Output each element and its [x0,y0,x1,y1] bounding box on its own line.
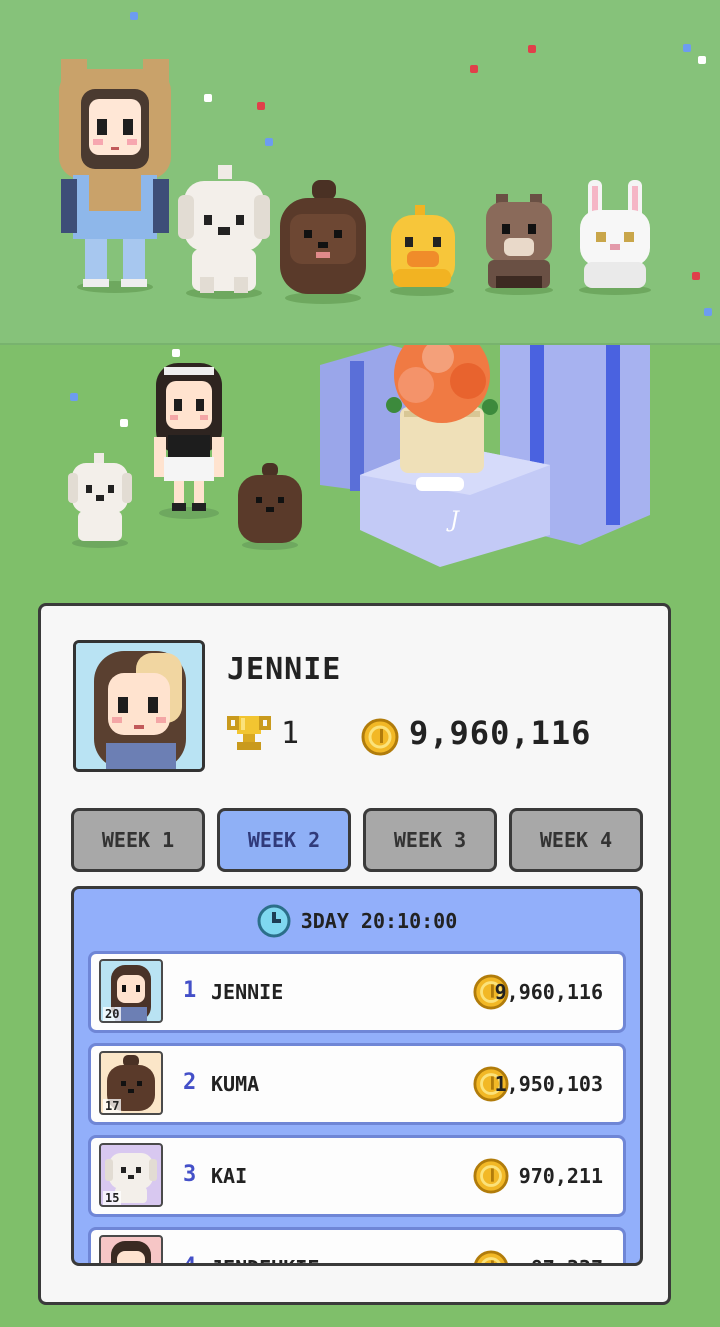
flower-decoration [172,349,180,357]
flower-decoration [698,56,706,64]
table-row[interactable]: 15 3 KAI 970,211 [88,1135,626,1217]
countdown-timer: 3DAY 20:10:00 [74,903,640,939]
flower-decoration [130,12,138,20]
rank-score: 1,950,103 [494,1072,603,1096]
rank-player-name: KAI [211,1164,248,1188]
flower-decoration [470,65,478,73]
garden-scene: J [0,345,720,605]
rank-number: 2 [183,1070,197,1095]
rank-player-name: JENNIE [211,980,284,1004]
flower-decoration [704,308,712,316]
flower-decoration [204,94,212,102]
pet-white-dog-icon [178,165,270,299]
level-badge: 15 [103,1191,122,1205]
flower-decoration [120,419,128,427]
rank-score: 9,960,116 [494,980,603,1004]
flower-decoration [70,393,78,401]
pet-brown-dog-small-icon [238,463,302,550]
tab-week-1[interactable]: WEEK 1 [71,808,205,872]
pet-white-dog-small-icon [68,453,132,548]
ranking-panel: JENNIE 1 9,960,116 WEEK 1 WEEK 2 WEEK 3 … [38,603,671,1305]
week-tabs: WEEK 1 WEEK 2 WEEK 3 WEEK 4 [71,808,643,874]
flower-decoration [528,45,536,53]
avatar [99,1235,163,1263]
avatar: 17 [99,1051,163,1115]
coin-icon [473,1158,509,1194]
table-row[interactable]: 20 1 JENNIE 9,960,116 [88,951,626,1033]
countdown-text: 3DAY 20:10:00 [300,909,458,933]
coin-icon [361,718,399,756]
level-badge: 20 [103,1007,122,1021]
leaderboard[interactable]: 3DAY 20:10:00 20 1 JENNIE 9,960,116 17 2… [71,886,643,1266]
tab-week-4[interactable]: WEEK 4 [509,808,643,872]
pet-yellow-duck-icon [390,205,455,296]
flower-decoration [692,272,700,280]
pet-brown-fluffy-dog-icon [280,180,366,304]
rank-number: 4 [183,1254,196,1263]
rank-player-name: KUMA [211,1072,260,1096]
pet-white-rabbit-icon [579,180,651,295]
avatar: 20 [99,959,163,1023]
coin-icon [474,1250,508,1263]
player-coin-total: 9,960,116 [409,714,592,752]
level-badge: 17 [103,1099,122,1113]
table-row[interactable]: 4 JENDEUKIE 87,337 [88,1227,626,1263]
flower-decoration [683,44,691,52]
player-avatar-icon [76,643,202,769]
rank-number: 1 [183,978,197,1003]
player-jendeukie-avatar-icon [111,1241,151,1263]
player-name: JENNIE [227,652,342,687]
clock-icon [257,904,291,938]
avatar: 15 [99,1143,163,1207]
trophy-icon [227,716,271,750]
character-lineup-scene [0,0,720,345]
table-row[interactable]: 17 2 KUMA 1,950,103 [88,1043,626,1125]
rank-score: 970,211 [518,1164,603,1188]
gift-boxes-bouquet-icon: J [320,345,650,567]
rank-score: 87,337 [531,1256,603,1263]
rank-player-name: JENDEUKIE [211,1256,319,1263]
character-girl-icon [154,363,224,519]
flower-decoration [265,138,273,146]
trophy-count: 1 [281,716,300,751]
rank-number: 3 [183,1162,197,1187]
tab-week-3[interactable]: WEEK 3 [363,808,497,872]
tab-week-2[interactable]: WEEK 2 [217,808,351,872]
character-girl-bear-hood-icon [59,59,171,293]
flower-decoration [257,102,265,110]
pet-chipmunk-icon [485,194,553,295]
player-avatar [73,640,205,772]
